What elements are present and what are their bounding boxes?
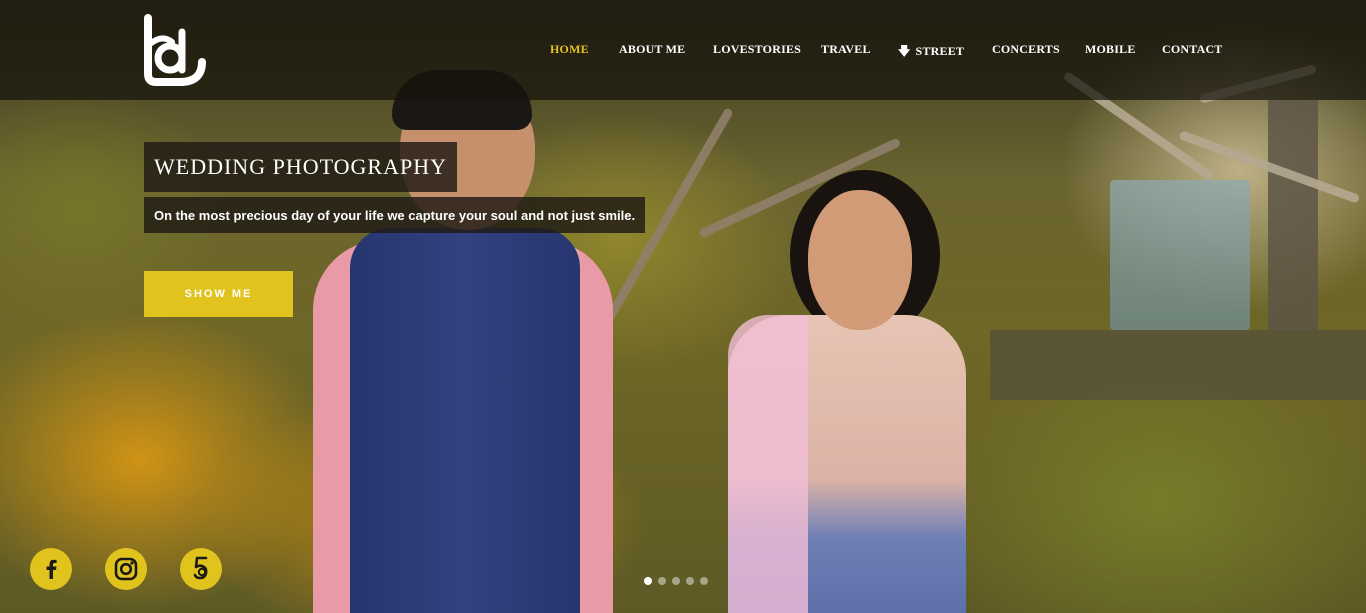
main-nav: HOME ABOUT ME LOVESTORIES TRAVEL 🡇 STREET… bbox=[0, 42, 1366, 60]
nav-item-about-me[interactable]: ABOUT ME bbox=[619, 42, 685, 57]
slider-dot[interactable] bbox=[658, 577, 666, 585]
instagram-icon bbox=[114, 557, 138, 581]
arrow-down-icon: 🡇 bbox=[898, 44, 911, 58]
slider-dot[interactable] bbox=[672, 577, 680, 585]
slide-subtitle: On the most precious day of your life we… bbox=[144, 197, 646, 233]
bride-dupatta bbox=[728, 315, 808, 613]
nav-item-home[interactable]: HOME bbox=[550, 42, 589, 57]
nav-item-street[interactable]: 🡇 STREET bbox=[898, 42, 964, 63]
site-header: HOME ABOUT ME LOVESTORIES TRAVEL 🡇 STREET… bbox=[0, 0, 1366, 100]
nav-item-travel[interactable]: TRAVEL bbox=[821, 42, 871, 57]
nav-item-concerts[interactable]: CONCERTS bbox=[992, 42, 1060, 57]
slider-pagination bbox=[644, 577, 708, 587]
nav-item-lovestories[interactable]: LOVESTORIES bbox=[713, 42, 801, 57]
groom-vest bbox=[350, 228, 580, 613]
facebook-icon bbox=[46, 559, 57, 579]
background-ledge bbox=[990, 330, 1366, 400]
nav-item-mobile[interactable]: MOBILE bbox=[1085, 42, 1136, 57]
nav-item-contact[interactable]: CONTACT bbox=[1162, 42, 1223, 57]
show-me-button[interactable]: SHOW ME bbox=[144, 271, 293, 317]
instagram-link[interactable] bbox=[105, 548, 147, 590]
slider-dot[interactable] bbox=[644, 577, 652, 585]
nav-item-street-label: STREET bbox=[915, 44, 965, 58]
facebook-link[interactable] bbox=[30, 548, 72, 590]
500px-icon bbox=[193, 556, 208, 580]
slider-dot[interactable] bbox=[686, 577, 694, 585]
slider-dot[interactable] bbox=[700, 577, 708, 585]
bride-face bbox=[808, 190, 912, 330]
500px-link[interactable] bbox=[180, 548, 222, 590]
background-tree-trunk bbox=[1268, 100, 1318, 330]
slide-title: WEDDING PHOTOGRAPHY bbox=[144, 142, 457, 192]
background-wall bbox=[1110, 180, 1250, 330]
